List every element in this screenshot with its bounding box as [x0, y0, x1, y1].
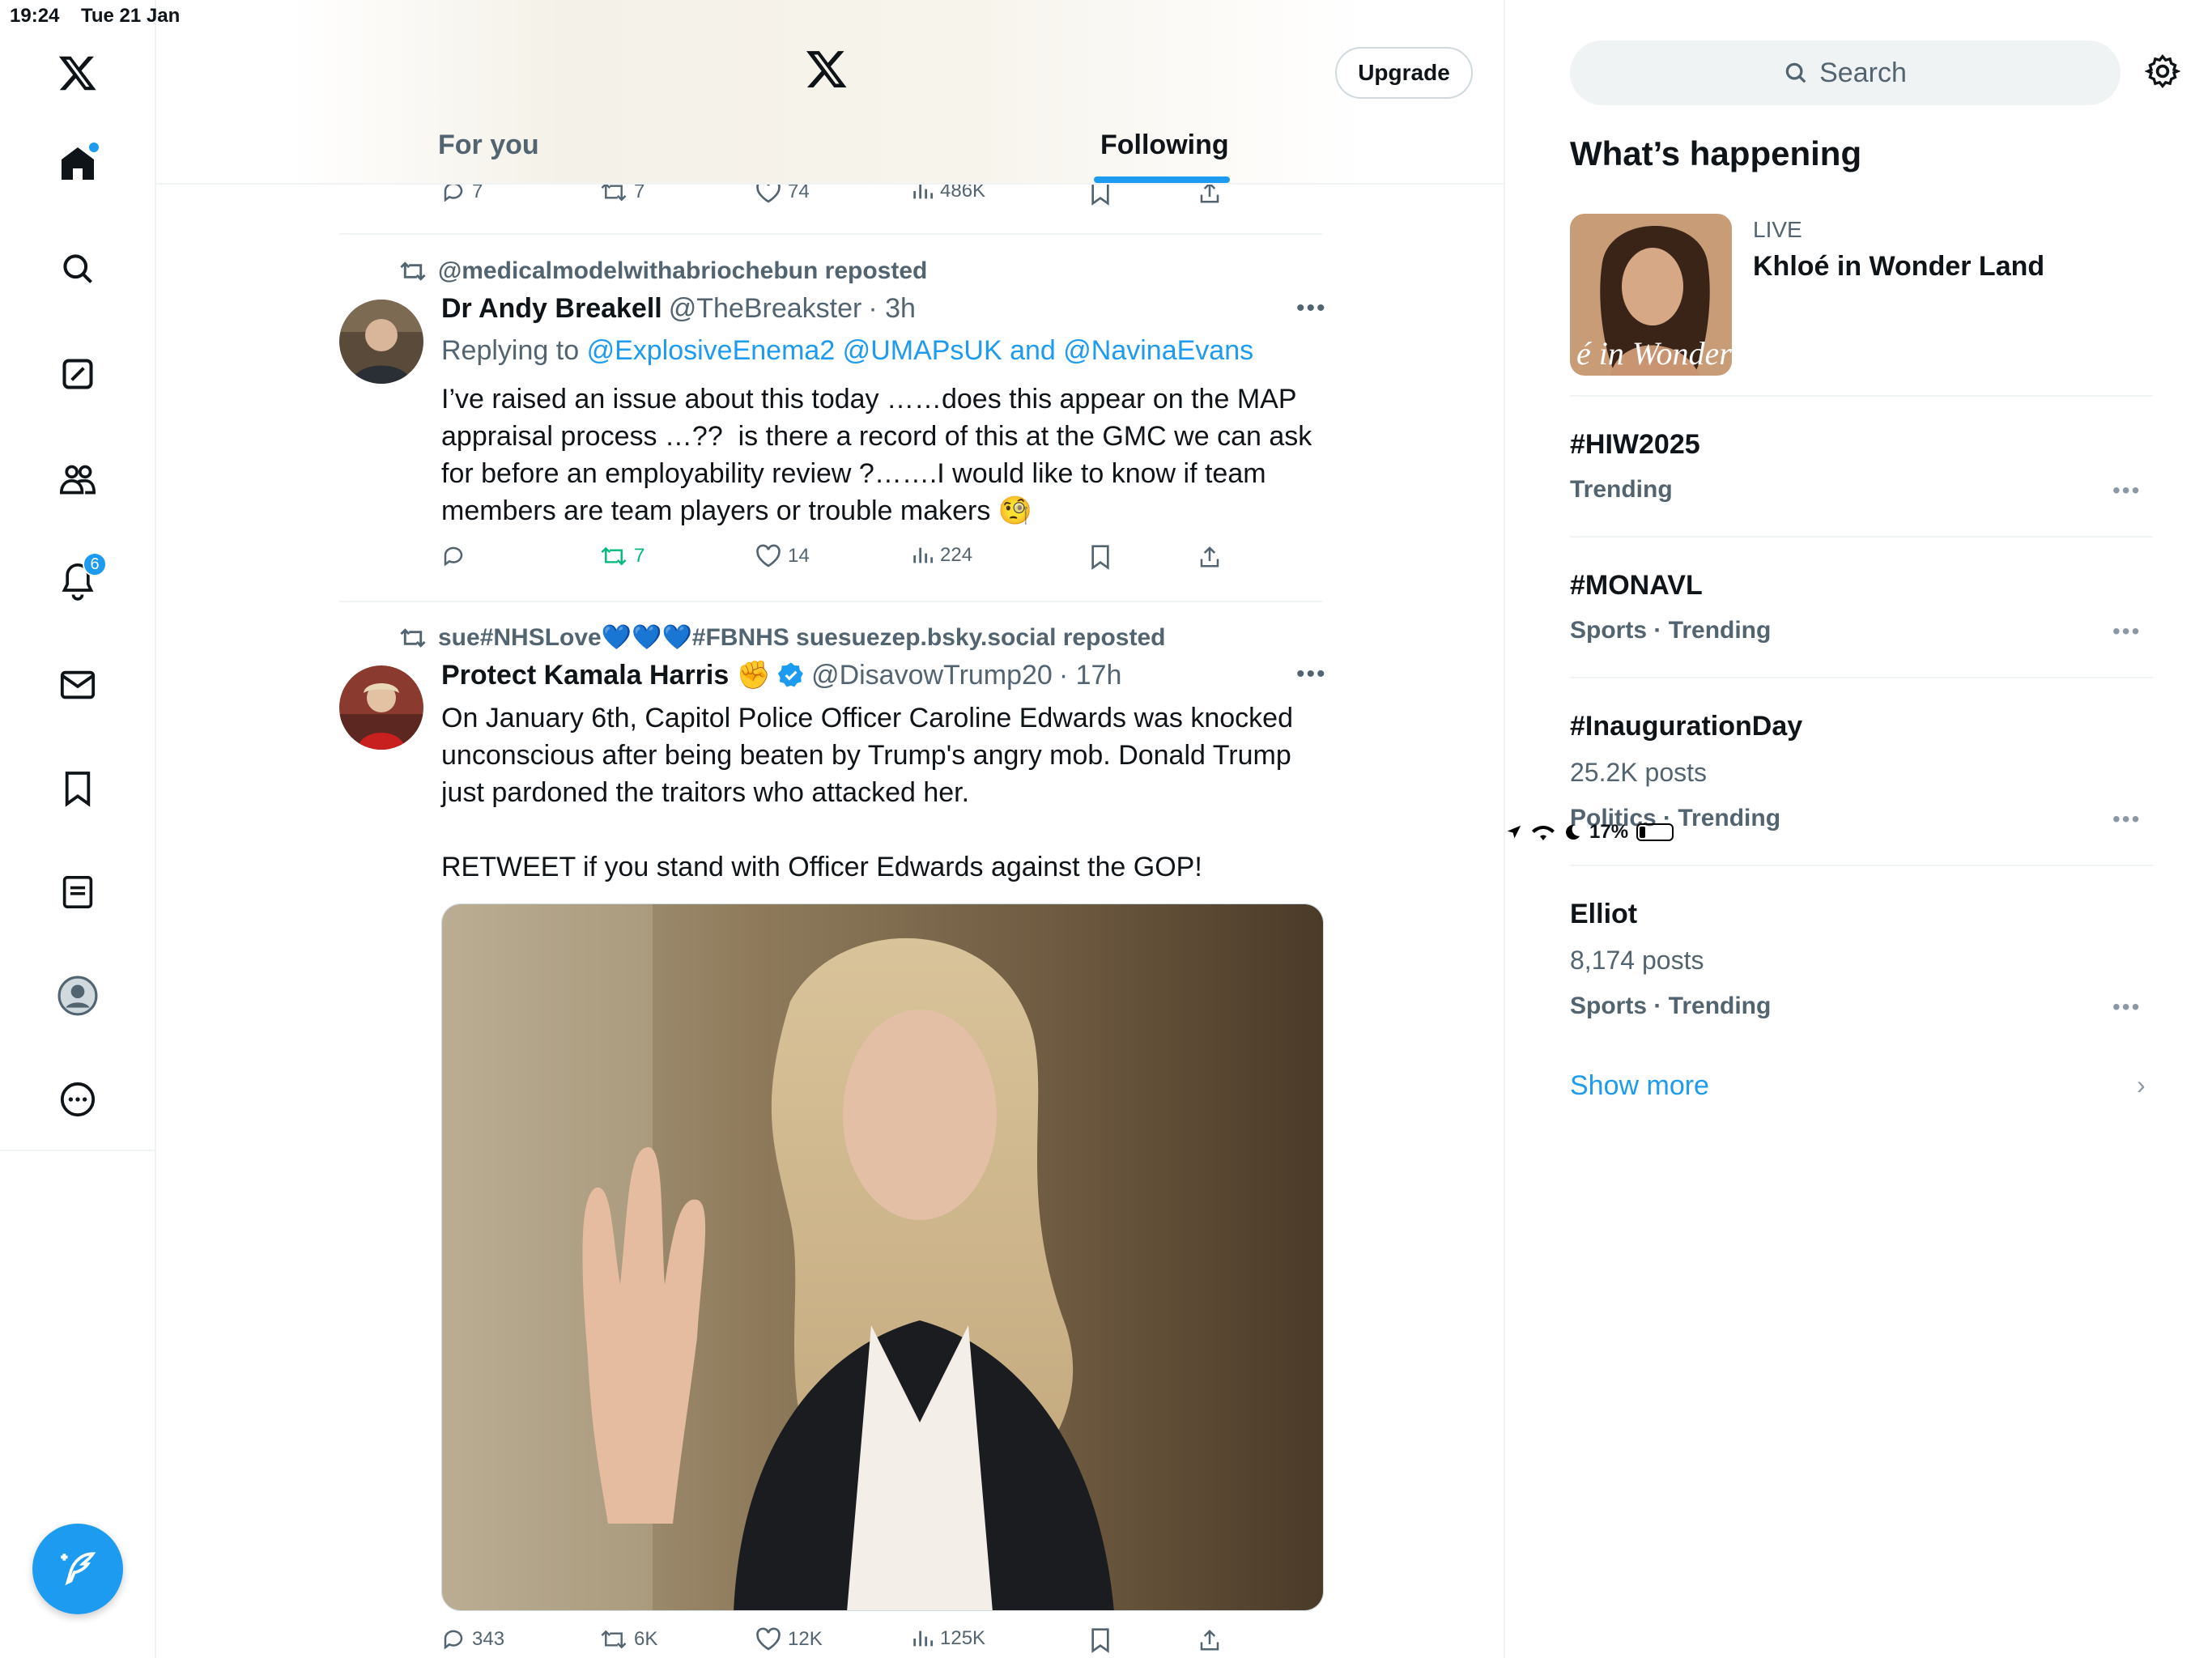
reposted-by: @medicalmodelwithabriochebun reposted — [438, 257, 928, 284]
x-logo-icon[interactable] — [53, 49, 102, 97]
like-count: 14 — [788, 545, 810, 567]
like-count: 12K — [788, 1628, 823, 1650]
status-time: 19:24 — [10, 5, 60, 27]
repost-button[interactable]: 6K — [600, 1627, 657, 1652]
status-icons: 17% — [1505, 3, 2212, 1658]
wifi-icon — [1532, 826, 1555, 840]
repost-button[interactable]: 7 — [600, 544, 644, 568]
tweet-text: On January 6th, Capitol Police Officer C… — [441, 703, 1293, 882]
author-name[interactable]: Protect Kamala Harris ✊ — [441, 659, 771, 691]
explore-search-icon[interactable] — [53, 244, 102, 293]
like-button[interactable]: 12K — [755, 1627, 823, 1652]
home-icon[interactable] — [53, 139, 102, 188]
tweet-actions: 343 6K 12K 125K — [441, 1627, 1494, 1658]
moon-icon — [1566, 824, 1580, 840]
status-bar: 19:24 Tue 21 Jan 17% — [0, 0, 2212, 843]
reply-icon — [444, 546, 463, 567]
views-chart-icon — [913, 547, 934, 563]
bookmark-icon — [1091, 1628, 1109, 1653]
like-button[interactable]: 14 — [755, 544, 810, 568]
tweet-more-button[interactable]: ••• — [1296, 661, 1327, 688]
tweet-media-image[interactable] — [441, 903, 1324, 1611]
compose-feather-icon — [61, 1552, 96, 1586]
tweet-time[interactable]: · 17h — [1059, 660, 1122, 691]
tweet-actions: 7 14 224 — [441, 544, 1494, 576]
share-button[interactable] — [1197, 544, 1222, 570]
compose-post-button[interactable] — [32, 1524, 123, 1614]
location-icon — [1507, 825, 1521, 839]
author-name[interactable]: Dr Andy Breakell — [441, 293, 662, 325]
replying-to-prefix: Replying to — [441, 335, 580, 366]
repost-count: 6K — [634, 1628, 658, 1650]
home-unread-dot — [87, 141, 100, 154]
lists-icon[interactable] — [53, 868, 102, 916]
repost-count: 7 — [634, 545, 645, 567]
tweet-header: Dr Andy Breakell @TheBreakster · 3h — [441, 293, 916, 325]
tweet-header: Protect Kamala Harris ✊ @DisavowTrump20 … — [441, 659, 1121, 691]
more-options-icon[interactable] — [53, 1075, 102, 1124]
bookmark-button[interactable] — [1089, 544, 1112, 570]
heart-icon — [756, 544, 781, 568]
heart-icon — [756, 1627, 781, 1651]
status-date: Tue 21 Jan — [81, 5, 181, 27]
bookmark-icon — [1091, 545, 1109, 570]
verified-badge-icon — [777, 662, 803, 687]
bookmarks-icon[interactable] — [53, 764, 102, 813]
bookmark-button[interactable] — [1089, 1627, 1112, 1653]
avatar[interactable] — [339, 300, 423, 384]
reply-button[interactable] — [441, 544, 472, 568]
repost-icon — [400, 261, 426, 281]
upgrade-button[interactable]: Upgrade — [1335, 47, 1473, 99]
replying-to: Replying to @ExplosiveEnema2 @UMAPsUK an… — [441, 335, 1253, 367]
reply-icon — [444, 1630, 463, 1650]
notifications-bell-icon[interactable]: 6 — [53, 552, 107, 606]
author-handle[interactable]: @TheBreakster — [669, 293, 862, 325]
views-chart-icon — [913, 1630, 934, 1647]
replying-to-links[interactable]: @ExplosiveEnema2 @UMAPsUK and @NavinaEva… — [587, 335, 1254, 366]
tab-following[interactable]: Following — [1100, 130, 1229, 161]
tweet-text: I’ve raised an issue about this today ……… — [441, 384, 1320, 526]
notifications-badge: 6 — [83, 552, 107, 576]
views-count: 224 — [940, 544, 973, 566]
repost-icon — [601, 1630, 627, 1649]
tweet-time[interactable]: · 3h — [868, 293, 916, 325]
tweet-more-button[interactable]: ••• — [1296, 295, 1327, 322]
x-logo-icon[interactable] — [804, 47, 849, 95]
main-timeline: 7 7 74 486K @medicalmodelwithabriochebun… — [156, 0, 1505, 1658]
reposted-by: sue#NHSLove💙💙💙#FBNHS suesuezep.bsky.soci… — [438, 624, 1166, 651]
tweet-actions: 7 7 74 486K — [441, 180, 1494, 212]
left-nav: 6 — [0, 0, 156, 1658]
nav-divider — [0, 1150, 156, 1151]
reply-count: 343 — [472, 1628, 505, 1650]
share-icon — [1200, 1629, 1219, 1651]
battery-percent: 17% — [1589, 821, 1629, 843]
repost-icon — [400, 627, 426, 648]
communities-icon[interactable] — [53, 455, 102, 504]
messages-mail-icon[interactable] — [53, 661, 102, 709]
repost-icon — [601, 546, 627, 566]
author-handle[interactable]: @DisavowTrump20 — [811, 660, 1053, 691]
avatar[interactable] — [339, 665, 423, 750]
reply-button[interactable]: 343 — [441, 1627, 504, 1652]
views-button[interactable]: 125K — [911, 1627, 985, 1650]
repost-context[interactable]: sue#NHSLove💙💙💙#FBNHS suesuezep.bsky.soci… — [399, 623, 1165, 652]
tweet-divider — [339, 233, 1322, 235]
photo-woman-taking-oath — [442, 904, 1323, 1610]
tab-for-you[interactable]: For you — [438, 130, 539, 161]
share-icon — [1200, 546, 1219, 568]
repost-context[interactable]: @medicalmodelwithabriochebun reposted — [399, 257, 927, 285]
tweet-divider — [339, 601, 1322, 602]
views-count: 125K — [940, 1627, 986, 1649]
grok-icon[interactable] — [53, 350, 102, 398]
views-button[interactable]: 224 — [911, 544, 972, 567]
share-button[interactable] — [1197, 1627, 1222, 1653]
active-tab-indicator — [1094, 176, 1230, 183]
battery-icon — [1636, 823, 1674, 841]
profile-avatar-icon[interactable] — [53, 971, 102, 1020]
